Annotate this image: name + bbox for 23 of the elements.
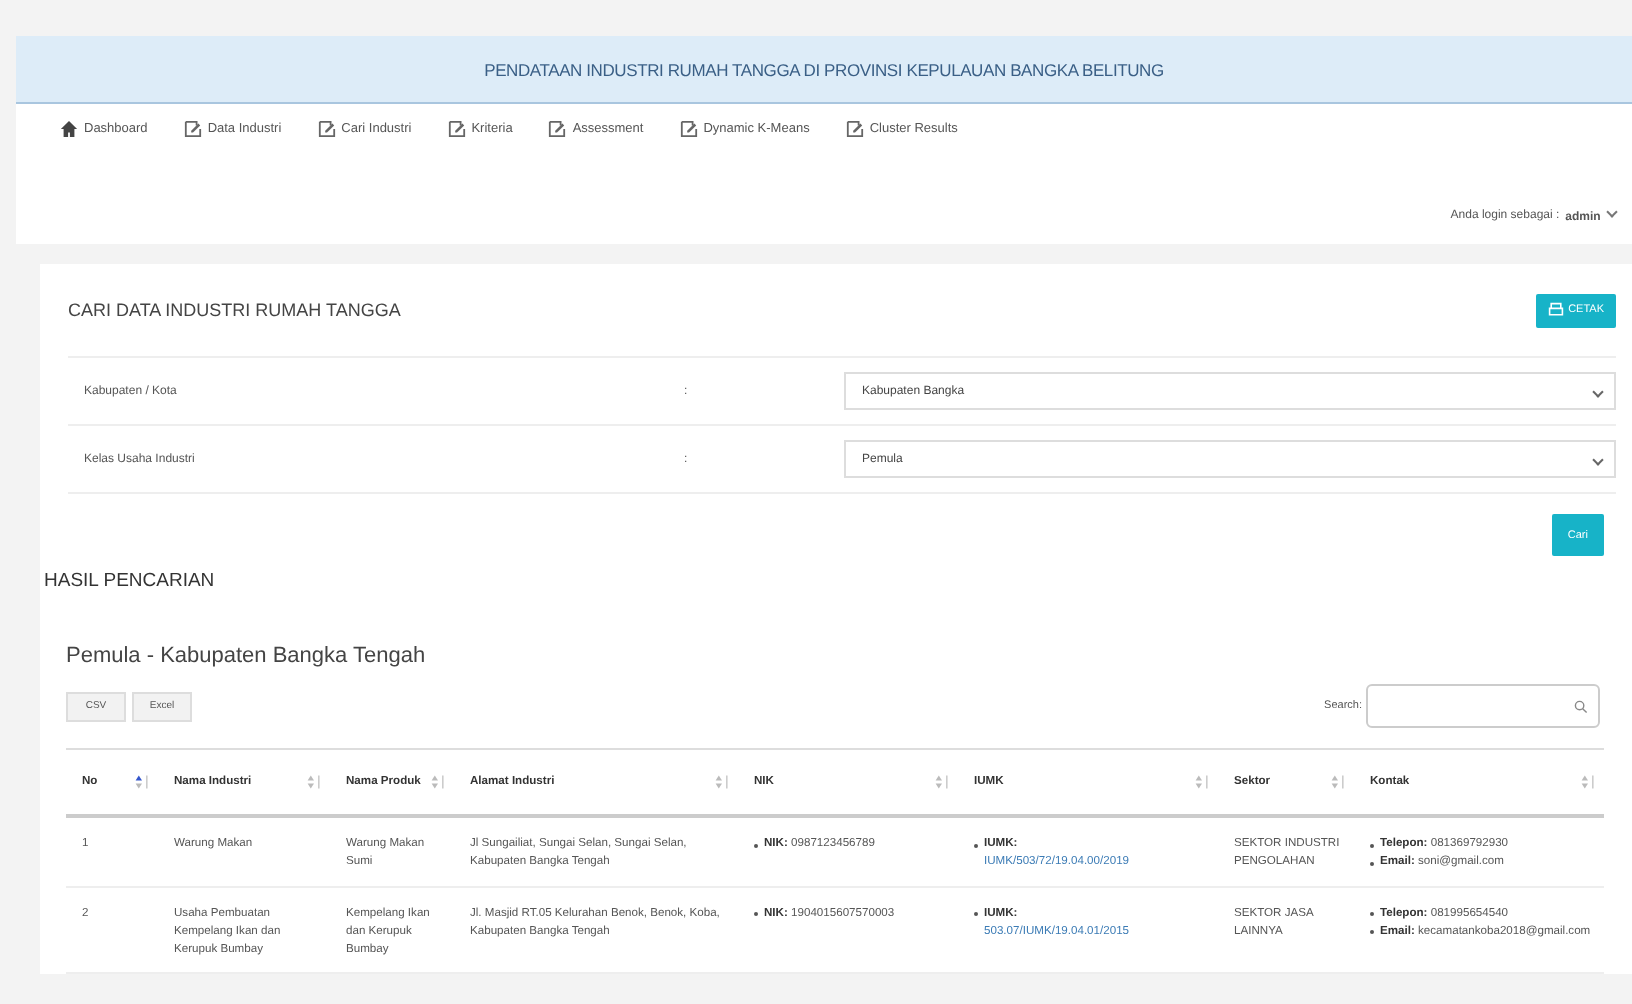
edit-icon <box>447 120 466 138</box>
edit-icon <box>679 120 698 138</box>
section-heading: HASIL PENCARIAN <box>42 568 217 592</box>
app-title-bar: PENDATAAN INDUSTRI RUMAH TANGGA DI PROVINSI KEPULAUAN BANGKA BELITUNG <box>16 36 1632 104</box>
edit-icon <box>317 120 336 138</box>
print-icon <box>1548 302 1565 318</box>
caret-icon <box>1606 206 1618 218</box>
search-icon <box>1574 699 1588 713</box>
sort-icon <box>134 774 150 790</box>
sort-icon <box>1330 774 1346 790</box>
search-field[interactable] <box>1366 684 1600 728</box>
edit-icon <box>183 120 202 138</box>
sort-icon <box>934 774 950 790</box>
sort-icon <box>430 774 446 790</box>
card-title: CARI DATA INDUSTRI RUMAH TANGGA <box>68 300 401 320</box>
home-icon <box>60 120 78 138</box>
sort-icon <box>1580 774 1596 790</box>
result-subtitle: Pemula - Kabupaten Bangka Tengah <box>66 644 428 668</box>
sort-icon <box>714 774 730 790</box>
edit-icon <box>548 120 567 138</box>
edit-icon <box>845 120 864 138</box>
sort-icon <box>306 774 322 790</box>
sort-icon <box>1194 774 1210 790</box>
